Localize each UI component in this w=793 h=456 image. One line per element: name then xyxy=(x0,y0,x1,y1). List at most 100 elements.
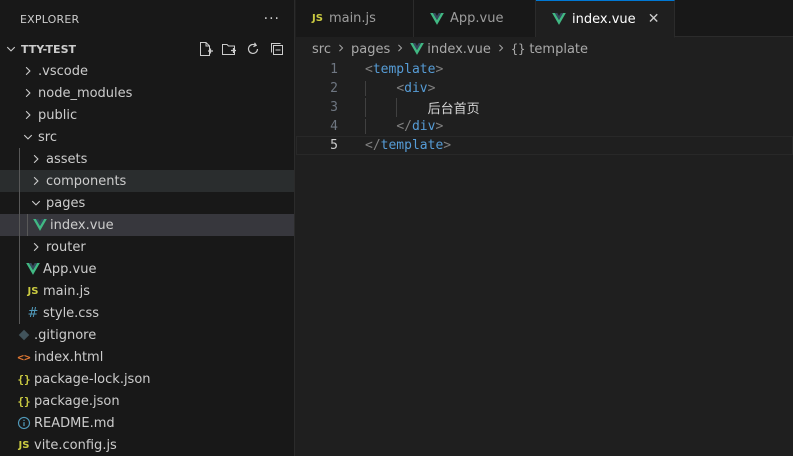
code-line[interactable]: 1 <template> xyxy=(296,60,793,79)
indent-guide xyxy=(19,236,20,258)
tree-folder[interactable]: assets xyxy=(0,148,294,170)
indent-guide xyxy=(27,214,28,236)
tree-item-label: pages xyxy=(46,195,86,211)
tree-item-label: App.vue xyxy=(43,261,97,277)
indent-guide xyxy=(396,98,397,117)
breadcrumb-item-pages[interactable]: pages xyxy=(351,42,390,57)
indent-guide xyxy=(19,148,20,170)
explorer-sidebar: EXPLORER ··· TTY-TEST .vscode node_module… xyxy=(0,0,295,456)
breadcrumb: src pages index.vue {} template xyxy=(296,38,793,60)
chevron-right-icon xyxy=(336,43,346,56)
tree-folder[interactable]: .vscode xyxy=(0,60,294,82)
tree-file[interactable]: README.md xyxy=(0,412,294,434)
javascript-icon: JS xyxy=(18,439,30,451)
tree-folder[interactable]: router xyxy=(0,236,294,258)
tree-item-label: .vscode xyxy=(38,63,88,79)
tag-bracket: > xyxy=(435,62,444,77)
line-number: 4 xyxy=(330,119,338,134)
html-icon: <> xyxy=(17,350,31,364)
tag-bracket: > xyxy=(435,119,444,134)
tree-folder[interactable]: components xyxy=(0,170,294,192)
indent-guide xyxy=(19,280,20,302)
tree-folder[interactable]: src xyxy=(0,126,294,148)
tree-item-label: style.css xyxy=(43,305,99,321)
chevron-right-icon xyxy=(395,43,405,56)
breadcrumb-item-file[interactable]: index.vue xyxy=(427,42,491,57)
tag-name: template xyxy=(372,62,436,77)
line-number: 3 xyxy=(330,100,338,115)
text-node: 后台首页 xyxy=(427,102,480,117)
css-icon: # xyxy=(27,305,39,321)
tree-item-label: public xyxy=(38,107,78,123)
tree-file[interactable]: {} package.json xyxy=(0,390,294,412)
close-icon[interactable]: ✕ xyxy=(646,11,662,27)
tree-file[interactable]: {} package-lock.json xyxy=(0,368,294,390)
tab-App-vue[interactable]: App.vue xyxy=(414,0,536,37)
vue-icon xyxy=(552,13,566,25)
chevron-right-icon xyxy=(496,43,506,56)
file-tree: .vscode node_modulespublic src assets compon… xyxy=(0,60,294,456)
tree-folder[interactable]: node_modules xyxy=(0,82,294,104)
tag-name: div xyxy=(411,119,436,134)
json-icon: {} xyxy=(17,394,31,408)
new-file-icon[interactable] xyxy=(196,40,214,58)
chevron-right-icon xyxy=(20,107,36,123)
indent-guide xyxy=(19,302,20,324)
indent-guide xyxy=(19,214,20,236)
code-line[interactable]: 2 <div> xyxy=(296,79,793,98)
line-number: 5 xyxy=(330,138,338,153)
breadcrumb-item-src[interactable]: src xyxy=(312,42,331,57)
indent-guide xyxy=(365,81,366,96)
tree-file[interactable]: JS main.js xyxy=(0,280,294,302)
tree-file[interactable]: JS vite.config.js xyxy=(0,434,294,456)
code-content: <div> xyxy=(338,81,435,96)
tab-label: index.vue xyxy=(572,11,636,27)
chevron-down-icon xyxy=(20,129,36,145)
collapse-all-icon[interactable] xyxy=(268,40,286,58)
refresh-icon[interactable] xyxy=(244,40,262,58)
project-name: TTY-TEST xyxy=(21,42,76,56)
chevron-right-icon xyxy=(28,239,44,255)
tag-bracket: > xyxy=(443,138,452,153)
breadcrumb-item-symbol[interactable]: template xyxy=(529,42,588,57)
tree-file[interactable]: App.vue xyxy=(0,258,294,280)
vue-icon xyxy=(32,217,48,233)
tree-file[interactable]: # style.css xyxy=(0,302,294,324)
tree-file[interactable]: index.vue xyxy=(0,214,294,236)
code-editor[interactable]: 1 <template> 2 <div> 3 后台首页 4 </div> 5 </templ… xyxy=(296,60,793,155)
tag-bracket: </ xyxy=(365,138,381,153)
braces-icon: {} xyxy=(510,42,526,56)
line-number: 1 xyxy=(330,62,338,77)
code-content: 后台首页 xyxy=(338,98,480,117)
tab-index-vue[interactable]: index.vue ✕ xyxy=(536,0,675,38)
json-icon: {} xyxy=(17,372,31,386)
tag-name: div xyxy=(404,81,428,96)
tag-bracket: < xyxy=(365,62,373,77)
project-header[interactable]: TTY-TEST xyxy=(0,38,294,60)
vue-icon xyxy=(410,43,425,55)
code-line[interactable]: 5 </template> xyxy=(296,136,793,155)
tree-file[interactable]: <> index.html xyxy=(0,346,294,368)
tree-item-label: package-lock.json xyxy=(34,371,151,387)
tab-label: App.vue xyxy=(450,11,504,26)
new-folder-icon[interactable] xyxy=(220,40,238,58)
indent-guide xyxy=(365,98,366,117)
tab-main-js[interactable]: JS main.js xyxy=(296,0,414,37)
tree-item-label: index.vue xyxy=(50,217,114,233)
tree-item-label: node_modules xyxy=(38,85,133,101)
vue-icon xyxy=(25,261,41,277)
code-content: <template> xyxy=(338,62,443,77)
indent-guide xyxy=(19,258,20,280)
more-actions-icon[interactable]: ··· xyxy=(264,11,280,27)
code-line[interactable]: 4 </div> xyxy=(296,117,793,136)
tree-folder[interactable]: pages xyxy=(0,192,294,214)
tree-file[interactable]: .gitignore xyxy=(0,324,294,346)
chevron-right-icon xyxy=(20,63,36,79)
indent-guide xyxy=(19,192,20,214)
tree-folder[interactable]: public xyxy=(0,104,294,126)
tree-item-label: package.json xyxy=(34,393,120,409)
tab-label: main.js xyxy=(328,11,376,26)
code-line[interactable]: 3 后台首页 xyxy=(296,98,793,117)
